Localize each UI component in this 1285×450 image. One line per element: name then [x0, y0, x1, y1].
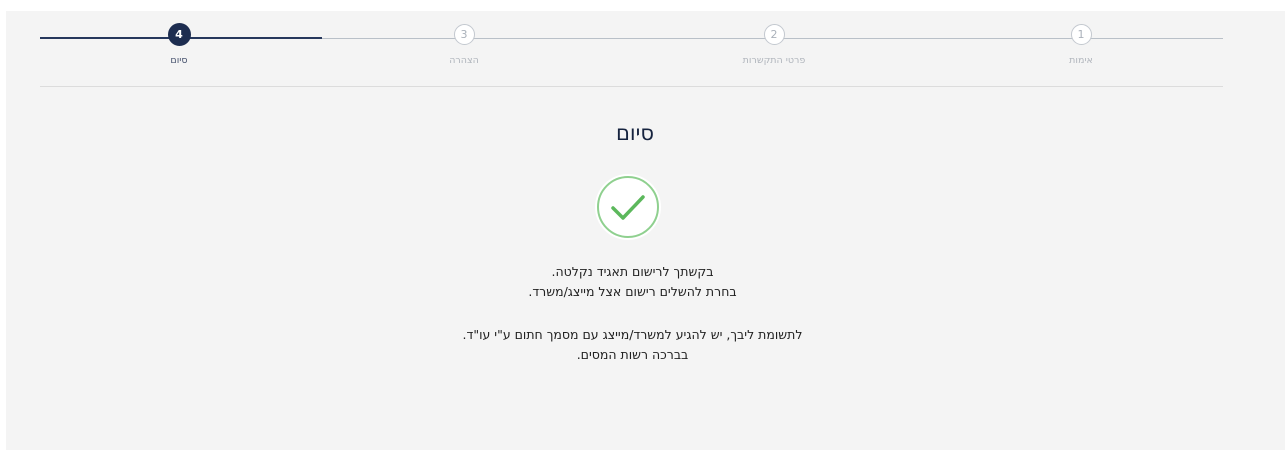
progress-stepper: 1 אימות 2 פרטי התקשרות 3 הצהרה 4 סיום [0, 0, 1285, 90]
step-2-label: פרטי התקשרות [742, 55, 806, 66]
message-line-4: בברכה רשות המסים. [576, 347, 689, 362]
step-2: 2 פרטי התקשרות [694, 24, 854, 66]
step-3-circle: 3 [453, 24, 475, 45]
message-line-1: בקשתך לרישום תאגיד נקלטה. [551, 264, 714, 279]
step-4: 4 סיום [99, 23, 259, 66]
message-line-3: לתשומת ליבך, יש להגיע למשרד/מייצג עם מסמ… [462, 327, 803, 342]
step-1-circle: 1 [1070, 24, 1092, 45]
step-4-circle: 4 [167, 23, 191, 46]
check-circle-icon [594, 173, 662, 241]
step-1: 1 אימות [1001, 24, 1161, 66]
step-3: 3 הצהרה [384, 24, 544, 66]
page-title: סיום [616, 121, 654, 145]
stepper-divider [40, 86, 1223, 87]
step-1-label: אימות [1069, 55, 1093, 66]
message-line-2: בחרת להשלים רישום אצל מייצג/משרד. [528, 284, 737, 299]
step-4-label: סיום [170, 55, 188, 66]
step-2-circle: 2 [763, 24, 785, 45]
step-3-label: הצהרה [449, 55, 479, 66]
